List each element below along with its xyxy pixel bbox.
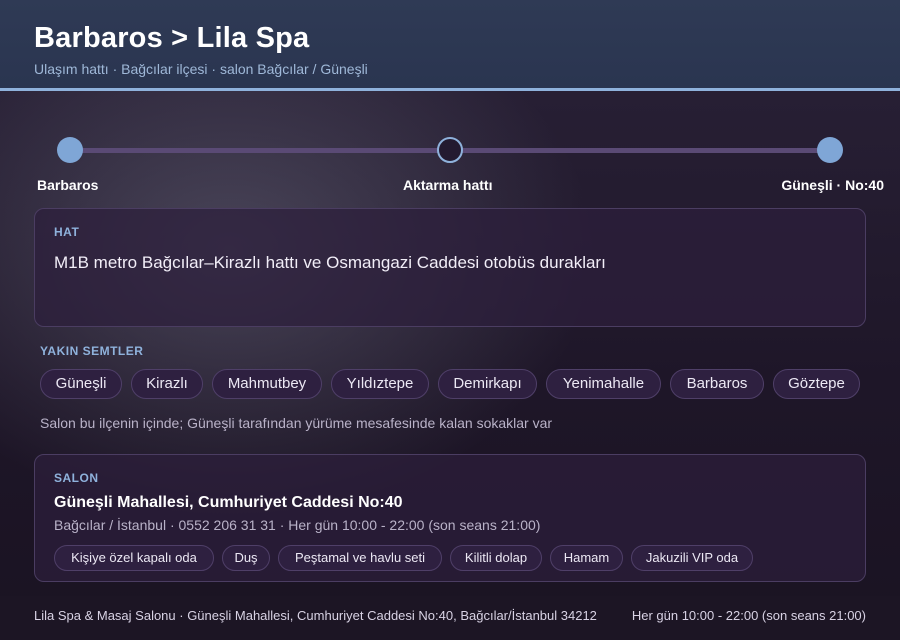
line-caption: HAT bbox=[54, 225, 80, 239]
nearby-chip-yenimahalle[interactable]: Yenimahalle bbox=[546, 369, 661, 399]
route-end-dot bbox=[817, 137, 843, 163]
salon-card: SALON Güneşli Mahallesi, Cumhuriyet Cadd… bbox=[34, 454, 866, 582]
route-start-label: Barbaros bbox=[37, 177, 99, 193]
feature-tag: Peştamal ve havlu seti bbox=[278, 545, 442, 571]
feature-tag: Kişiye özel kapalı oda bbox=[54, 545, 214, 571]
nearby-chip-goztepe[interactable]: Göztepe bbox=[773, 369, 860, 399]
page-title: Barbaros > Lila Spa bbox=[34, 22, 310, 54]
footer-address: Lila Spa & Masaj Salonu · Güneşli Mahall… bbox=[34, 608, 597, 623]
salon-caption: SALON bbox=[54, 471, 99, 485]
route-transfer-dot bbox=[437, 137, 463, 163]
line-description: M1B metro Bağcılar–Kirazlı hattı ve Osma… bbox=[54, 253, 606, 272]
feature-tag: Kilitli dolap bbox=[450, 545, 542, 571]
nearby-chip-yildiztepe[interactable]: Yıldıztepe bbox=[331, 369, 429, 399]
nearby-note: Salon bu ilçenin içinde; Güneşli tarafın… bbox=[40, 415, 553, 431]
nearby-chip-demirkapi[interactable]: Demirkapı bbox=[438, 369, 537, 399]
feature-tag: Jakuzili VIP oda bbox=[631, 545, 753, 571]
nearby-caption: YAKIN SEMTLER bbox=[40, 344, 144, 358]
nearby-chip-gunesli[interactable]: Güneşli bbox=[40, 369, 122, 399]
nearby-chip-kirazli[interactable]: Kirazlı bbox=[131, 369, 203, 399]
salon-meta: Bağcılar / İstanbul · 0552 206 31 31 · H… bbox=[54, 517, 541, 533]
page-subtitle: Ulaşım hattı · Bağcılar ilçesi · salon B… bbox=[34, 61, 368, 77]
footer-hours: Her gün 10:00 - 22:00 (son seans 21:00) bbox=[631, 608, 866, 623]
line-card: HAT M1B metro Bağcılar–Kirazlı hattı ve … bbox=[34, 208, 866, 327]
nearby-chip-mahmutbey[interactable]: Mahmutbey bbox=[212, 369, 322, 399]
page-footer: Lila Spa & Masaj Salonu · Güneşli Mahall… bbox=[0, 596, 900, 640]
page-header: Barbaros > Lila Spa Ulaşım hattı · Bağcı… bbox=[0, 0, 900, 91]
nearby-chip-barbaros[interactable]: Barbaros bbox=[670, 369, 764, 399]
feature-tag: Hamam bbox=[550, 545, 623, 571]
route-start-dot bbox=[57, 137, 83, 163]
route-transfer-label: Aktarma hattı bbox=[403, 177, 493, 193]
salon-address: Güneşli Mahallesi, Cumhuriyet Caddesi No… bbox=[54, 494, 403, 511]
route-progress: Barbaros Aktarma hattı Güneşli · No:40 bbox=[0, 130, 900, 200]
route-end-label: Güneşli · No:40 bbox=[781, 177, 884, 193]
feature-tag: Duş bbox=[222, 545, 270, 571]
